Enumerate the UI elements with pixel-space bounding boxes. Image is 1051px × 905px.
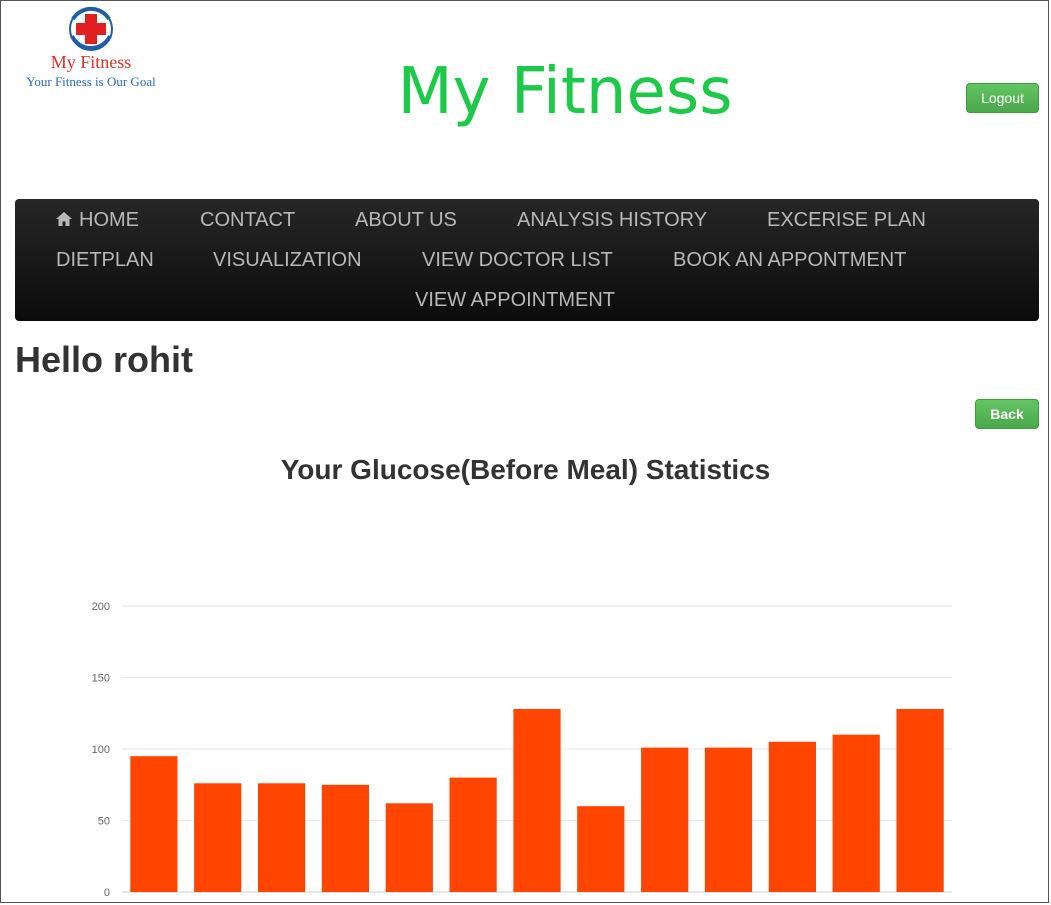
nav-item-home[interactable]: HOME: [55, 200, 139, 241]
logo-globe-icon: [69, 6, 113, 51]
y-tick-label: 50: [98, 816, 110, 828]
y-tick-label: 200: [92, 601, 110, 613]
logo-name: My Fitness: [50, 52, 132, 72]
logo-tagline: Your Fitness is Our Goal: [26, 74, 156, 89]
bar-6[interactable]: [449, 777, 497, 892]
nav-item-label: HOME: [79, 209, 139, 231]
nav-item-view-doctor-list[interactable]: VIEW DOCTOR LIST: [422, 240, 613, 280]
y-tick-label: 100: [92, 744, 110, 756]
y-tick-label: 0: [104, 887, 110, 899]
bar-13[interactable]: [896, 709, 944, 892]
site-title: My Fitness: [397, 55, 733, 129]
bar-4[interactable]: [321, 784, 369, 893]
logo[interactable]: My Fitness Your Fitness is Our Goal: [16, 6, 166, 90]
nav-item-book-appointment[interactable]: BOOK AN APPONTMENT: [673, 240, 906, 280]
back-button[interactable]: Back: [975, 399, 1039, 429]
nav-item-contact[interactable]: CONTACT: [200, 200, 295, 240]
bar-1[interactable]: [130, 756, 178, 892]
bar-5[interactable]: [385, 803, 433, 892]
bar-11[interactable]: [768, 741, 816, 892]
bar-7[interactable]: [513, 709, 561, 892]
glucose-bar-chart: 0 50 100 150 200: [92, 601, 952, 899]
nav-item-analysis-history[interactable]: ANALYSIS HISTORY: [517, 200, 707, 240]
chart-title: Your Glucose(Before Meal) Statistics: [280, 454, 771, 485]
bar-2[interactable]: [194, 783, 242, 892]
main-navbar: HOME CONTACT ABOUT US ANALYSIS HISTORY E…: [15, 199, 1039, 321]
bar-3[interactable]: [258, 783, 306, 892]
bar-8[interactable]: [577, 806, 625, 892]
nav-item-visualization[interactable]: VISUALIZATION: [213, 240, 362, 280]
nav-item-exercise-plan[interactable]: EXCERISE PLAN: [767, 200, 926, 240]
nav-item-view-appointment[interactable]: VIEW APPOINTMENT: [415, 280, 615, 320]
logout-button[interactable]: Logout: [966, 83, 1039, 113]
nav-item-dietplan[interactable]: DIETPLAN: [56, 240, 154, 280]
y-tick-label: 150: [92, 673, 110, 685]
nav-item-about-us[interactable]: ABOUT US: [355, 200, 457, 240]
bar-12[interactable]: [832, 734, 880, 892]
home-icon: [55, 201, 73, 241]
bar-9[interactable]: [641, 747, 689, 892]
greeting-heading: Hello rohit: [15, 339, 193, 380]
bar-10[interactable]: [704, 747, 753, 892]
